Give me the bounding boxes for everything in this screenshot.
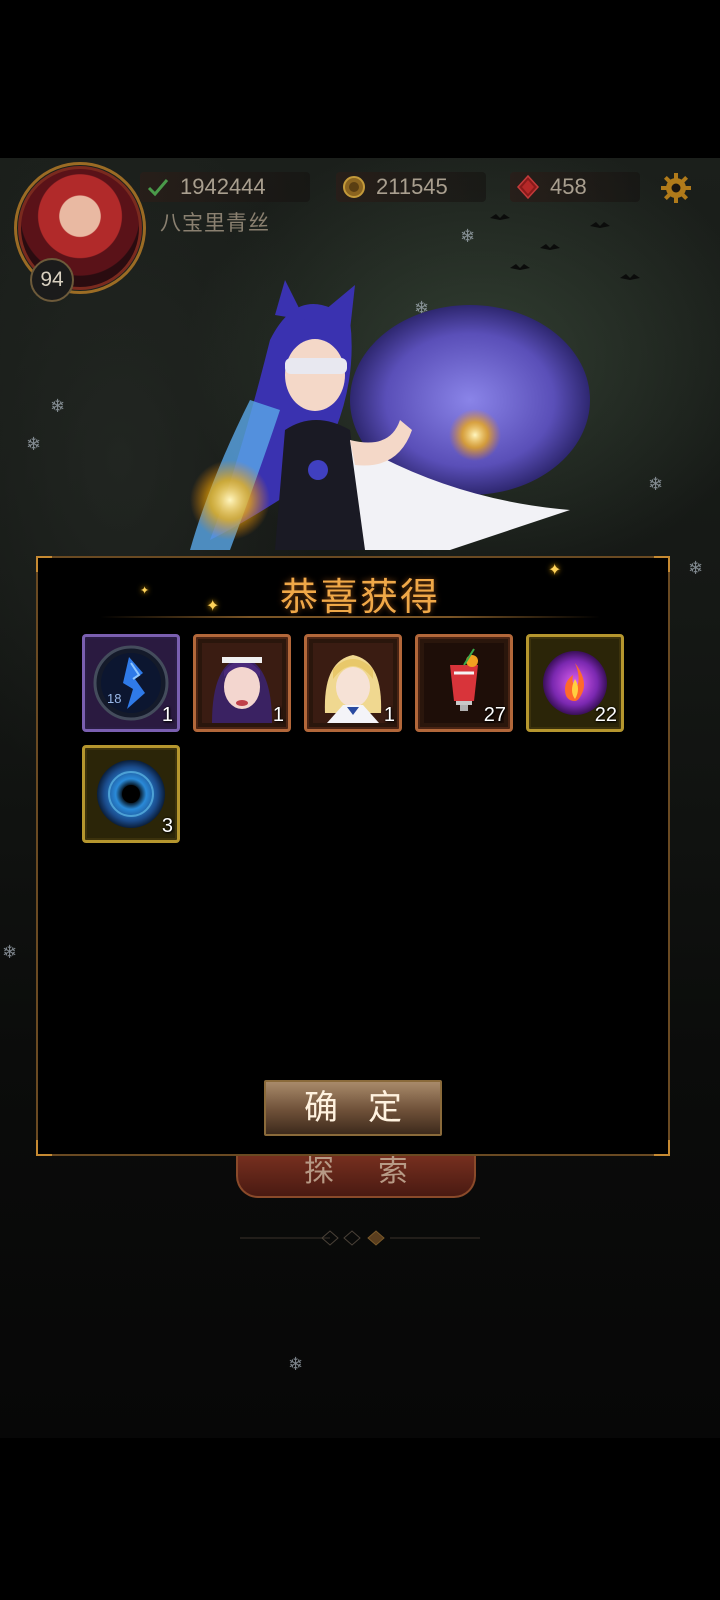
gems-counter[interactable]: 458: [510, 172, 640, 202]
gems-value: 458: [550, 174, 587, 199]
player-name: 八宝里青丝: [160, 212, 270, 235]
snowflake-icon: ❄: [288, 1354, 304, 1375]
reward-item-slot[interactable]: 3: [82, 745, 180, 843]
character-portrait-purple-hair-icon: [202, 643, 282, 723]
player-avatar[interactable]: 94: [14, 162, 148, 302]
sparkle-icon: ✦: [548, 562, 562, 579]
gold-counter[interactable]: 211545: [336, 172, 486, 202]
red-gem-icon: [516, 175, 540, 199]
dialog-title: 恭喜获得: [279, 575, 440, 619]
item-count: 1: [272, 704, 284, 726]
reward-item-slot[interactable]: 22: [526, 634, 624, 732]
divider-ornament: [240, 1230, 480, 1246]
item-count: 22: [594, 704, 617, 726]
explore-button: 探索: [236, 1152, 476, 1198]
corner-ornament: [654, 1140, 670, 1156]
sparkle-icon: ✦: [206, 598, 220, 615]
reward-item-slot[interactable]: 18 1: [82, 634, 180, 732]
stamina-value: 1942444: [180, 174, 266, 199]
checkmark-icon: [147, 179, 169, 197]
snowflake-icon: ❄: [648, 474, 664, 495]
blue-crystal-orb-icon: 18: [93, 645, 169, 721]
item-count: 3: [161, 815, 173, 837]
item-count: 27: [483, 704, 506, 726]
gold-coin-icon: [343, 176, 365, 198]
reward-item-slot[interactable]: 27: [415, 634, 513, 732]
blue-vortex-orb-icon: [97, 760, 165, 828]
gear-icon[interactable]: [660, 172, 692, 204]
item-inner-label: 18: [107, 691, 121, 706]
gold-value: 211545: [376, 174, 448, 199]
corner-ornament: [36, 1140, 52, 1156]
character-portrait-blonde-icon: [313, 643, 393, 723]
character-artwork: [190, 280, 590, 550]
reward-item-slot[interactable]: 1: [304, 634, 402, 732]
level-badge: 94: [30, 258, 74, 302]
confirm-button[interactable]: 确定: [264, 1080, 442, 1136]
item-count: 1: [383, 704, 395, 726]
stamina-counter[interactable]: 1942444: [140, 172, 310, 202]
item-count: 1: [161, 704, 173, 726]
snowflake-icon: ❄: [50, 396, 66, 417]
snowflake-icon: ❄: [26, 434, 42, 455]
snowflake-icon: ❄: [2, 942, 18, 963]
title-divider: [100, 616, 600, 618]
sparkle-icon: ✦: [140, 585, 150, 597]
reward-item-slot[interactable]: 1: [193, 634, 291, 732]
